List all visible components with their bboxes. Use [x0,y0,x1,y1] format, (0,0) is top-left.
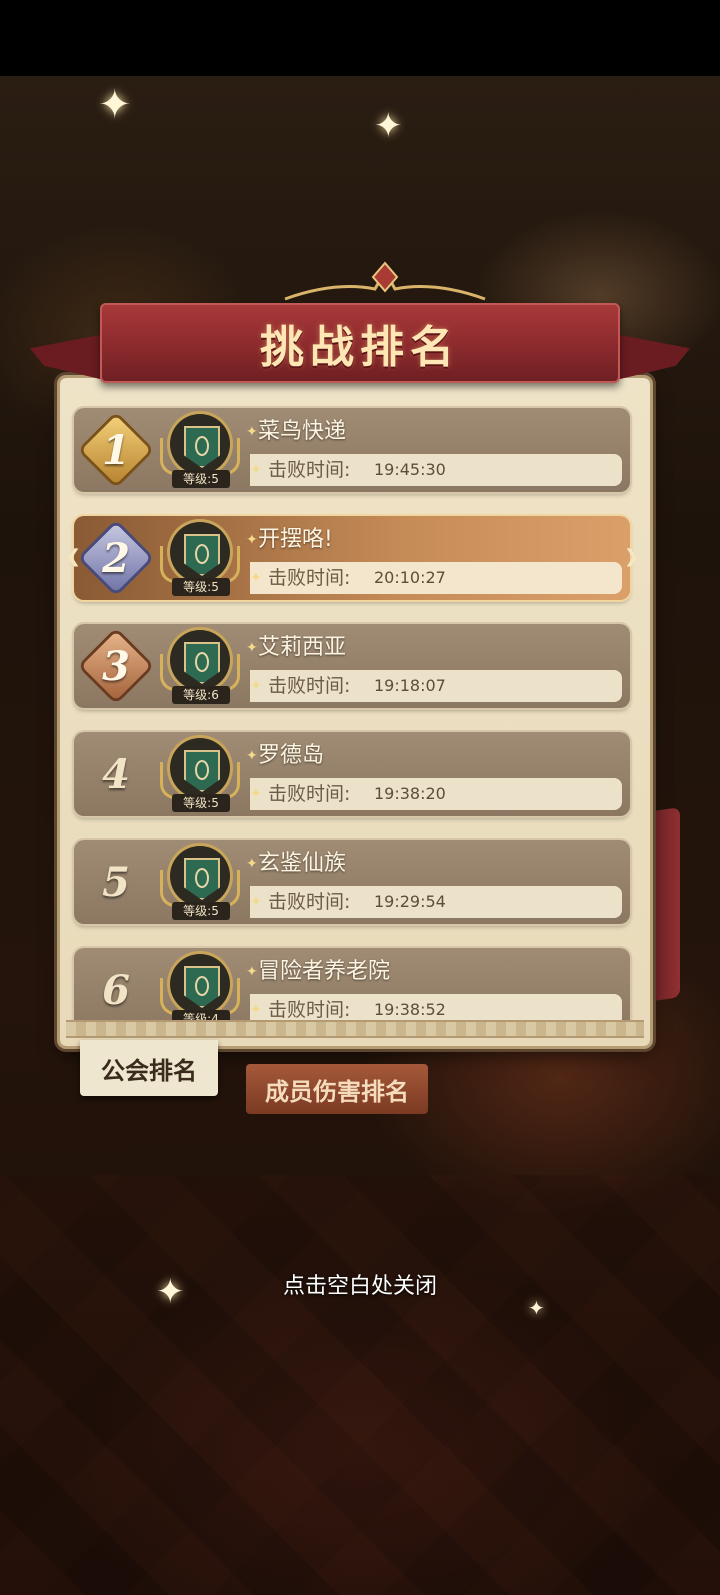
banner-tail-right [620,335,690,379]
guild-emblem: 等级:5 [160,414,240,488]
rank-number: 5 [102,858,130,906]
guild-emblem: 等级:4 [160,954,240,1026]
rank-number: 2 [102,534,130,582]
guild-name: 冒险者养老院 [258,959,391,984]
defeat-time-label: 击败时间: [268,567,351,589]
arrow-right-icon: ❯ [624,546,640,567]
guild-emblem: 等级:5 [160,522,240,596]
defeat-time-label: 击败时间: [268,675,351,697]
star-icon: ✦ [250,894,262,910]
guild-emblem: 等级:5 [160,738,240,812]
rank-number: 4 [102,750,130,798]
star-icon: ✦ [246,640,258,656]
defeat-time-value: 19:18:07 [374,676,446,695]
tab-guild-ranking[interactable]: 公会排名 [80,1040,218,1096]
guild-level: 等级:6 [172,686,230,704]
star-icon: ✦ [246,748,258,764]
star-icon: ✦ [246,964,258,980]
defeat-time-value: 20:10:27 [374,568,446,587]
close-hint[interactable]: 点击空白处关闭 [0,1268,720,1300]
star-icon: ✦ [250,1002,262,1018]
rank-number: 1 [102,426,130,474]
guild-level: 等级:5 [172,902,230,920]
page-title: 挑战排名 [260,322,460,373]
ranking-list[interactable]: 1 等级:5 ✦ 菜鸟快递 ✦ 击败时间: 19:45:30 ❮ ❯ 2 等级:… [60,396,650,1026]
guild-name: 罗德岛 [258,743,325,768]
defeat-time-label: 击败时间: [268,891,351,913]
ranking-row[interactable]: 6 等级:4 ✦ 冒险者养老院 ✦ 击败时间: 19:38:52 [74,948,630,1026]
defeat-time-label: 击败时间: [268,783,351,805]
defeat-time-value: 19:29:54 [374,892,446,911]
guild-name: 菜鸟快递 [258,419,347,444]
sparkle-icon: ✦ [374,106,403,146]
defeat-time-value: 19:45:30 [374,460,446,479]
ranking-panel: 1 等级:5 ✦ 菜鸟快递 ✦ 击败时间: 19:45:30 ❮ ❯ 2 等级:… [60,378,650,1046]
star-icon: ✦ [246,424,258,440]
ranking-row[interactable]: 3 等级:6 ✦ 艾莉西亚 ✦ 击败时间: 19:18:07 [74,624,630,708]
star-icon: ✦ [250,462,262,478]
sparkle-icon: ✦ [98,82,132,128]
shield-mark-icon [195,652,209,672]
shield-mark-icon [195,436,209,456]
banner-ornament-icon [284,261,486,301]
ranking-row[interactable]: 5 等级:5 ✦ 玄鉴仙族 ✦ 击败时间: 19:29:54 [74,840,630,924]
guild-emblem: 等级:5 [160,846,240,920]
ranking-row[interactable]: 4 等级:5 ✦ 罗德岛 ✦ 击败时间: 19:38:20 [74,732,630,816]
tab-member-damage-ranking[interactable]: 成员伤害排名 [246,1064,428,1114]
banner-tail-left [30,335,100,379]
ranking-row[interactable]: 1 等级:5 ✦ 菜鸟快递 ✦ 击败时间: 19:45:30 [74,408,630,492]
shield-mark-icon [195,868,209,888]
arrow-left-icon: ❮ [66,546,82,567]
shield-mark-icon [195,760,209,780]
star-icon: ✦ [250,786,262,802]
rank-number: 6 [102,966,130,1014]
star-icon: ✦ [250,570,262,586]
shield-mark-icon [195,976,209,996]
defeat-time-value: 19:38:20 [374,784,446,803]
guild-level: 等级:5 [172,794,230,812]
star-icon: ✦ [246,856,258,872]
guild-level: 等级:5 [172,578,230,596]
guild-name: 艾莉西亚 [258,635,347,660]
guild-name: 开摆咯! [258,527,333,552]
panel-footer-border [66,1020,644,1038]
defeat-time-label: 击败时间: [268,459,351,481]
guild-name: 玄鉴仙族 [258,851,347,876]
star-icon: ✦ [246,532,258,548]
rank-number: 3 [102,642,130,690]
shield-mark-icon [195,544,209,564]
star-icon: ✦ [250,678,262,694]
guild-level: 等级:5 [172,470,230,488]
ranking-row-highlighted[interactable]: ❮ ❯ 2 等级:5 ✦ 开摆咯! ✦ 击败时间: 20:10:27 [66,516,639,600]
title-banner: 挑战排名 [30,255,690,395]
guild-emblem: 等级:6 [160,630,240,704]
